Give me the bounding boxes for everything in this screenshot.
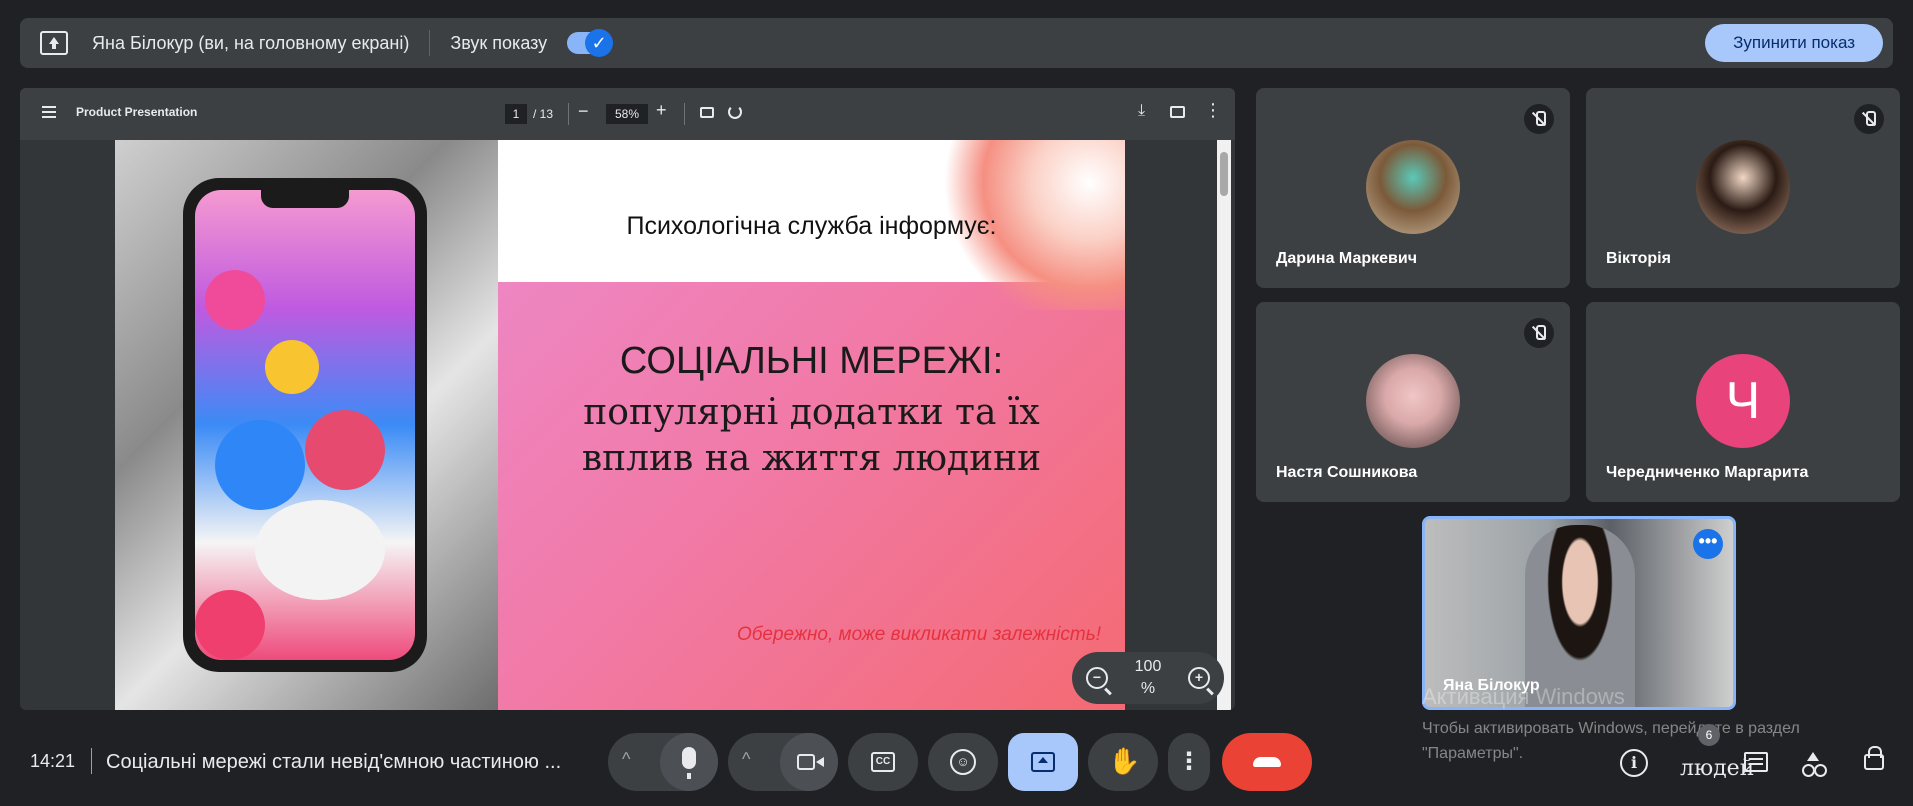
mic-off-icon bbox=[1854, 104, 1884, 134]
hand-icon: ✋ bbox=[1108, 746, 1141, 776]
phone-notch bbox=[261, 190, 349, 208]
self-video bbox=[1525, 525, 1635, 707]
participant-name: Дарина Маркевич bbox=[1276, 250, 1417, 267]
host-controls-icon[interactable] bbox=[1864, 746, 1884, 770]
present-screen-icon bbox=[1031, 752, 1055, 772]
emoji-bubble bbox=[265, 340, 319, 394]
fit-page-icon[interactable] bbox=[700, 107, 714, 118]
reactions-button[interactable]: ☺ bbox=[928, 733, 998, 791]
presentation-panel: Product Presentation 1 / 13 − 58% + ⤓ ⋮ bbox=[20, 88, 1235, 710]
slide-photo bbox=[115, 140, 498, 710]
emoji-icon: ☺ bbox=[950, 749, 976, 775]
mic-icon bbox=[682, 747, 696, 779]
mic-control-group: ^ bbox=[608, 733, 718, 791]
more-options-icon[interactable]: ••• bbox=[1693, 529, 1723, 559]
zoom-input[interactable]: 58% bbox=[606, 104, 648, 124]
info-icon[interactable]: i bbox=[1620, 749, 1648, 777]
heart-bubble bbox=[205, 270, 265, 330]
stop-presenting-button[interactable]: Зупинити показ bbox=[1705, 24, 1883, 62]
captions-icon: CC bbox=[871, 752, 895, 772]
slide: Психологічна служба інформує: СОЦІАЛЬНІ … bbox=[115, 140, 1125, 710]
presenter-label: Яна Білокур (ви, на головному екрані) bbox=[92, 32, 410, 53]
zoom-in-button[interactable]: + bbox=[656, 100, 667, 121]
pdf-scrollbar[interactable] bbox=[1217, 140, 1231, 710]
divider bbox=[568, 103, 569, 125]
present-screen-icon bbox=[40, 31, 68, 55]
avatar bbox=[1366, 354, 1460, 448]
sound-toggle[interactable]: ✓ bbox=[567, 29, 614, 57]
play-bubble bbox=[195, 590, 265, 660]
phone-screen bbox=[195, 190, 415, 660]
more-options-button[interactable]: ⋮ bbox=[1168, 733, 1210, 791]
pdf-title: Product Presentation bbox=[76, 105, 198, 119]
slide-heading-line: вплив на життя людини bbox=[581, 438, 1042, 479]
camera-options-caret[interactable]: ^ bbox=[742, 749, 750, 770]
zoom-out-button[interactable]: − bbox=[578, 101, 589, 122]
notification-bubble bbox=[305, 410, 385, 490]
mic-options-caret[interactable]: ^ bbox=[622, 749, 630, 770]
presenting-bar: Яна Білокур (ви, на головному екрані) Зв… bbox=[20, 18, 1893, 68]
page-total: / 13 bbox=[533, 107, 554, 121]
scroll-thumb[interactable] bbox=[1220, 152, 1228, 196]
menu-icon[interactable] bbox=[42, 106, 56, 118]
avatar bbox=[1366, 140, 1460, 234]
meet-window: Яна Білокур (ви, на головному екрані) Зв… bbox=[0, 0, 1913, 806]
zoom-in-icon[interactable]: + bbox=[1187, 667, 1210, 689]
people-count-badge: 6 bbox=[1698, 724, 1720, 746]
hangup-icon bbox=[1253, 757, 1281, 767]
present-now-button[interactable] bbox=[1008, 733, 1078, 791]
mic-button[interactable] bbox=[660, 733, 718, 791]
slide-heading: СОЦІАЛЬНІ МЕРЕЖІ: bbox=[619, 340, 1004, 382]
pdf-toolbar: Product Presentation 1 / 13 − 58% + ⤓ ⋮ bbox=[20, 88, 1235, 140]
zoom-widget: − 100 % + bbox=[1072, 652, 1224, 704]
print-icon[interactable] bbox=[1170, 106, 1185, 118]
page-number-input[interactable]: 1 bbox=[505, 104, 527, 124]
participant-tile[interactable]: Дарина Маркевич bbox=[1256, 88, 1570, 288]
windows-activation-title: Активация Windows bbox=[1422, 684, 1625, 709]
clock: 14:21 bbox=[30, 751, 76, 771]
participant-name: Настя Сошникова bbox=[1276, 464, 1418, 481]
mic-off-icon bbox=[1524, 104, 1554, 134]
zoom-value: 100 % bbox=[1134, 658, 1162, 697]
meeting-title: Соціальні мережі стали невід'ємною части… bbox=[106, 751, 562, 773]
divider bbox=[91, 748, 92, 774]
camera-control-group: ^ bbox=[728, 733, 838, 791]
activities-icon[interactable] bbox=[1802, 752, 1824, 777]
camera-button[interactable] bbox=[780, 733, 838, 791]
mic-off-icon bbox=[1524, 318, 1554, 348]
avatar bbox=[1696, 140, 1790, 234]
chat-bubble bbox=[255, 500, 385, 600]
participant-name: Вікторія bbox=[1606, 250, 1671, 267]
more-vert-icon[interactable]: ⋮ bbox=[1204, 100, 1222, 121]
captions-button[interactable]: CC bbox=[848, 733, 918, 791]
participant-tile[interactable]: Ч Чередниченко Маргарита bbox=[1586, 302, 1900, 502]
raise-hand-button[interactable]: ✋ bbox=[1088, 733, 1158, 791]
divider bbox=[429, 30, 431, 56]
camera-icon bbox=[797, 754, 824, 770]
rotate-icon[interactable] bbox=[728, 105, 742, 119]
participant-tile[interactable]: Настя Сошникова bbox=[1256, 302, 1570, 502]
phone-image bbox=[183, 178, 427, 672]
check-icon: ✓ bbox=[585, 29, 614, 57]
participant-tile[interactable]: Вікторія bbox=[1586, 88, 1900, 288]
sound-label: Звук показу bbox=[450, 32, 548, 53]
self-view-tile[interactable]: ••• Яна Білокур bbox=[1422, 516, 1736, 710]
divider bbox=[684, 103, 685, 125]
slide-heading-line: популярні додатки та їх bbox=[583, 392, 1040, 433]
slide-warning: Обережно, може викликати залежність! bbox=[736, 624, 1101, 645]
participant-name: Чередниченко Маргарита bbox=[1606, 464, 1809, 481]
messenger-bubble bbox=[215, 420, 305, 510]
avatar-initial: Ч bbox=[1696, 354, 1790, 448]
chat-icon[interactable] bbox=[1744, 752, 1768, 772]
leave-call-button[interactable] bbox=[1222, 733, 1312, 791]
slide-subtitle: Психологічна служба інформує: bbox=[626, 212, 997, 240]
download-icon[interactable]: ⤓ bbox=[1138, 102, 1145, 120]
zoom-out-icon[interactable]: − bbox=[1086, 667, 1108, 689]
